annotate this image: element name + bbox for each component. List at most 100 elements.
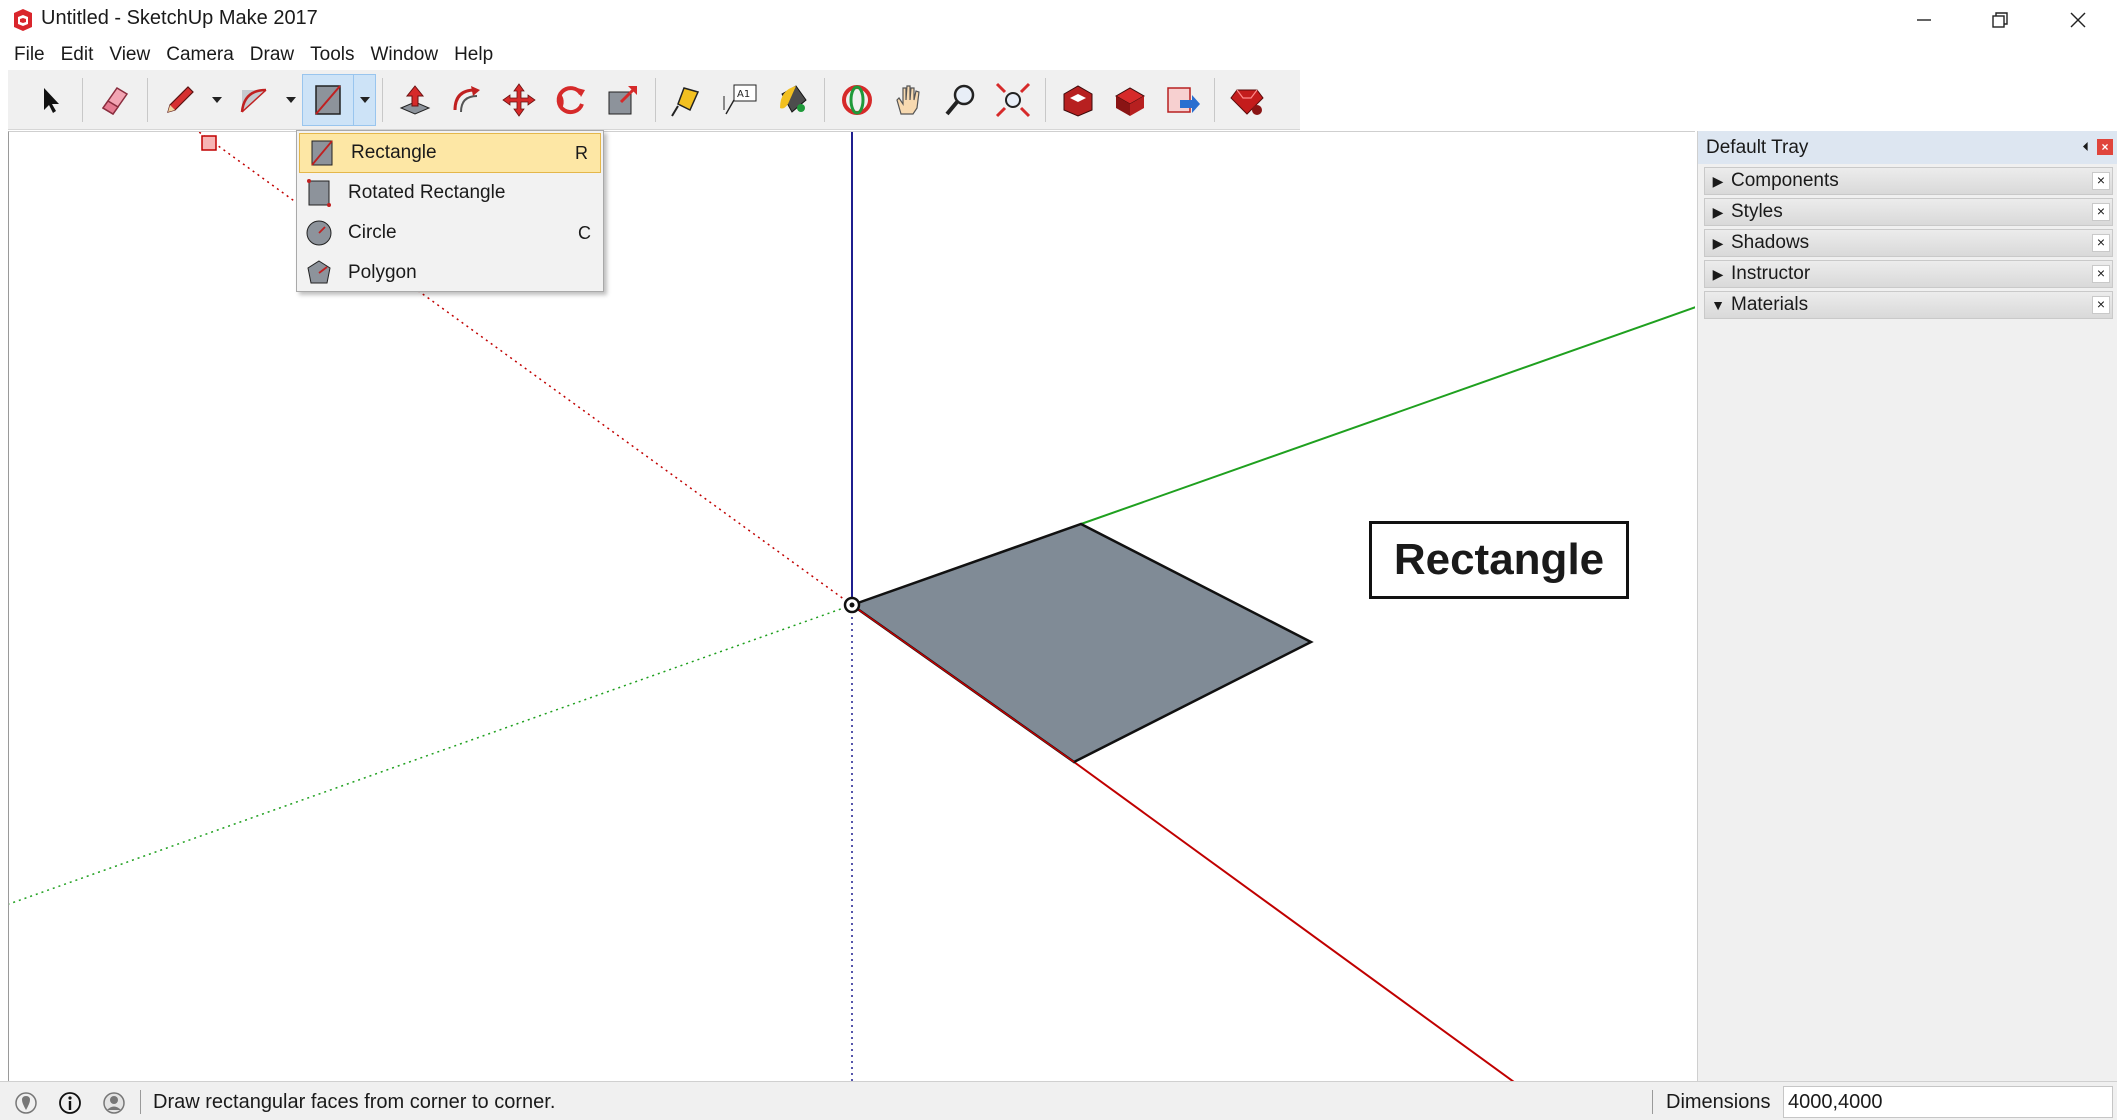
menu-draw[interactable]: Draw [242, 40, 302, 70]
text-icon: A1 [723, 84, 757, 114]
select-icon [44, 87, 59, 113]
panel-close-icon[interactable]: × [2092, 234, 2110, 252]
ruby-icon [1230, 89, 1264, 115]
panel-materials[interactable]: ▼ Materials × [1704, 291, 2113, 319]
measurements-box[interactable]: 4000,4000 [1783, 1086, 2113, 1118]
offset-icon [453, 85, 480, 112]
panel-components[interactable]: ▶ Components × [1704, 167, 2113, 195]
shortcut-label: R [575, 142, 588, 163]
panel-close-icon[interactable]: × [2092, 203, 2110, 221]
panel-close-icon[interactable]: × [2092, 172, 2110, 190]
tray-header: Default Tray ⏴ × [1698, 131, 2117, 164]
menu-window[interactable]: Window [363, 40, 447, 70]
expand-triangle-icon: ▶ [1712, 203, 1724, 220]
close-button[interactable] [2044, 0, 2112, 40]
pin-icon[interactable]: ⏴ [2083, 139, 2090, 155]
inference-point-marker [201, 135, 217, 151]
offset-tool-button[interactable] [441, 74, 493, 126]
move-icon [502, 82, 536, 117]
arc-dropdown-arrow[interactable] [280, 74, 302, 126]
eraser-tool-button[interactable] [89, 74, 141, 126]
move-tool-button[interactable] [493, 74, 545, 126]
rectangle-tool-button[interactable] [302, 73, 354, 126]
toolbar-separator [82, 77, 83, 122]
menu-item-rectangle[interactable]: Rectangle R [299, 133, 601, 173]
tray-close-icon[interactable]: × [2097, 139, 2113, 155]
pan-icon [896, 84, 920, 115]
restore-button[interactable] [1966, 0, 2034, 40]
pencil-dropdown-arrow[interactable] [206, 74, 228, 126]
menu-help[interactable]: Help [446, 40, 501, 70]
menu-item-label: Rotated Rectangle [348, 182, 506, 203]
orbit-tool-button[interactable] [831, 74, 883, 126]
credits-icon[interactable] [58, 1091, 82, 1115]
tray-title: Default Tray [1706, 136, 1809, 158]
tape-measure-tool-button[interactable] [662, 74, 714, 126]
select-tool-button[interactable] [24, 74, 76, 126]
menu-bar: File Edit View Camera Draw Tools Window … [0, 40, 2117, 70]
model-viewport[interactable]: Rectangle [8, 131, 1695, 1081]
panel-close-icon[interactable]: × [2092, 296, 2110, 314]
status-bar: Draw rectangular faces from corner to co… [0, 1081, 2117, 1120]
push-pull-tool-button[interactable] [389, 74, 441, 126]
panel-instructor[interactable]: ▶ Instructor × [1704, 260, 2113, 288]
menu-view[interactable]: View [101, 40, 158, 70]
rectangle-dropdown-arrow[interactable] [354, 73, 376, 126]
pencil-icon [167, 85, 194, 113]
3d-warehouse-button[interactable] [1052, 74, 1104, 126]
toolbar-separator [655, 77, 656, 122]
tape-measure-icon [671, 86, 700, 117]
chevron-down-icon [212, 96, 222, 103]
zoom-icon [945, 84, 975, 115]
toolbar-separator [382, 77, 383, 122]
paint-bucket-tool-button[interactable] [766, 74, 818, 126]
dimensions-label: Dimensions [1666, 1091, 1771, 1113]
rectangle-icon [315, 84, 341, 115]
menu-file[interactable]: File [6, 40, 53, 70]
status-separator [140, 1090, 141, 1114]
share-model-button[interactable] [1156, 74, 1208, 126]
pencil-tool-button[interactable] [154, 74, 206, 126]
getting-started-toolbar: A1 [8, 70, 1300, 130]
panel-label: Shadows [1731, 232, 1810, 253]
circle-icon [306, 220, 332, 246]
extension-warehouse-button[interactable] [1104, 74, 1156, 126]
minimize-button[interactable] [1890, 0, 1958, 40]
share-model-icon [1167, 86, 1200, 113]
orbit-icon [842, 84, 872, 115]
title-bar: Untitled - SketchUp Make 2017 [0, 0, 2117, 40]
menu-item-circle[interactable]: Circle C [297, 213, 603, 253]
pan-tool-button[interactable] [883, 74, 935, 126]
panel-close-icon[interactable]: × [2092, 265, 2110, 283]
menu-camera[interactable]: Camera [158, 40, 242, 70]
menu-tools[interactable]: Tools [302, 40, 362, 70]
green-axis-line [1080, 306, 1695, 525]
user-icon[interactable] [102, 1091, 126, 1115]
paint-bucket-icon [780, 84, 807, 113]
red-axis-line [1073, 761, 1515, 1081]
zoom-extents-icon [995, 82, 1031, 117]
shape-tool-menu: Rectangle R Rotated Rectangle Circle C P… [296, 130, 604, 292]
default-tray: Default Tray ⏴ × ▶ Components × ▶ Styles… [1697, 131, 2117, 1081]
geo-location-icon[interactable] [14, 1091, 38, 1115]
ruby-console-button[interactable] [1221, 74, 1273, 126]
menu-item-rotated-rectangle[interactable]: Rotated Rectangle [297, 173, 603, 213]
green-axis-dotted-line [9, 604, 853, 905]
text-tool-button[interactable]: A1 [714, 74, 766, 126]
rotate-tool-button[interactable] [545, 74, 597, 126]
menu-item-polygon[interactable]: Polygon [297, 253, 603, 293]
toolbar-separator [1214, 77, 1215, 122]
panel-styles[interactable]: ▶ Styles × [1704, 198, 2113, 226]
zoom-extents-tool-button[interactable] [987, 74, 1039, 126]
minimize-icon [1917, 19, 1931, 21]
panel-shadows[interactable]: ▶ Shadows × [1704, 229, 2113, 257]
rotate-icon [556, 85, 585, 114]
arc-tool-button[interactable] [228, 74, 280, 126]
menu-edit[interactable]: Edit [53, 40, 102, 70]
collapse-triangle-icon: ▼ [1711, 297, 1725, 313]
shortcut-label: C [578, 222, 591, 243]
window-title: Untitled - SketchUp Make 2017 [41, 7, 318, 29]
scale-tool-button[interactable] [597, 74, 649, 126]
expand-triangle-icon: ▶ [1712, 172, 1724, 189]
zoom-tool-button[interactable] [935, 74, 987, 126]
